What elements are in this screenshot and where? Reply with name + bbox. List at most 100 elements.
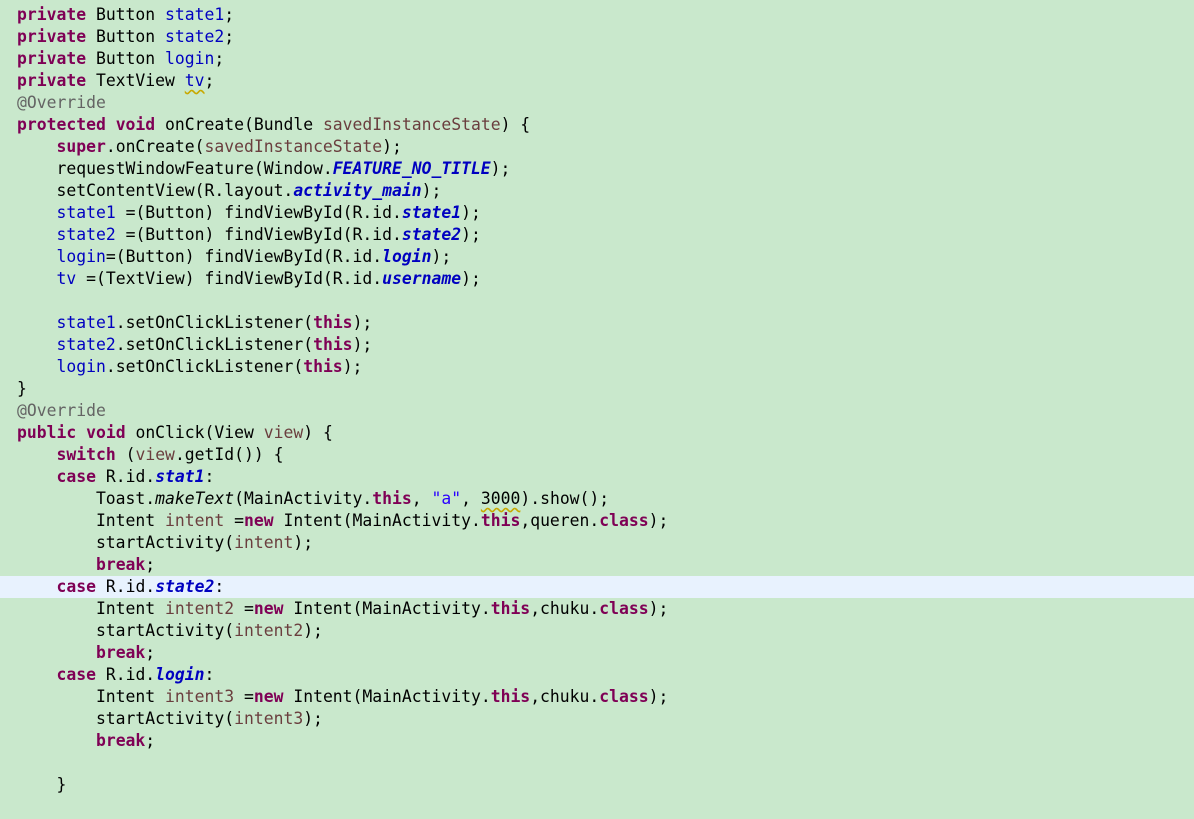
code-line[interactable]: state2 =(Button) findViewById(R.id.state… — [0, 224, 1194, 246]
code-line[interactable] — [0, 290, 1194, 312]
code-token: 3000 — [480, 489, 521, 508]
code-line[interactable]: switch (view.getId()) { — [0, 444, 1194, 466]
code-token: ); — [293, 533, 314, 552]
code-line-text: public void onClick(View view) { — [17, 422, 333, 444]
code-line[interactable]: case R.id.stat1: — [0, 466, 1194, 488]
code-token: =(Button) findViewById(R.id. — [115, 203, 402, 222]
code-token: break — [95, 643, 146, 662]
code-line[interactable]: protected void onCreate(Bundle savedInst… — [0, 114, 1194, 136]
code-token: R.id. — [95, 467, 156, 486]
code-line[interactable]: private Button login; — [0, 48, 1194, 70]
code-token: ); — [303, 621, 323, 640]
code-line[interactable]: super.onCreate(savedInstanceState); — [0, 136, 1194, 158]
code-line[interactable]: state1 =(Button) findViewById(R.id.state… — [0, 202, 1194, 224]
code-token: case — [56, 577, 96, 596]
code-line-text: private Button login; — [17, 48, 224, 70]
code-line[interactable]: state2.setOnClickListener(this); — [0, 334, 1194, 356]
code-token: .setOnClickListener( — [105, 357, 304, 376]
code-token: this — [313, 313, 353, 332]
code-line-text: case R.id.state2: — [17, 576, 224, 598]
code-token: ); — [490, 159, 511, 178]
code-line[interactable]: private Button state1; — [0, 4, 1194, 26]
code-token: } — [17, 379, 27, 398]
code-line[interactable]: private Button state2; — [0, 26, 1194, 48]
code-line[interactable]: private TextView tv; — [0, 70, 1194, 92]
code-token: "a" — [431, 489, 462, 508]
code-token: Button — [86, 27, 166, 46]
code-token: onClick(View — [125, 423, 264, 442]
code-line[interactable]: state1.setOnClickListener(this); — [0, 312, 1194, 334]
code-line[interactable]: } — [0, 378, 1194, 400]
code-token: , — [461, 489, 481, 508]
code-line[interactable]: startActivity(intent); — [0, 532, 1194, 554]
code-line[interactable]: Toast.makeText(MainActivity.this, "a", 3… — [0, 488, 1194, 510]
code-token: this — [490, 599, 531, 618]
code-token: intent3 — [234, 709, 304, 728]
code-line[interactable]: case R.id.login: — [0, 664, 1194, 686]
code-line[interactable]: login.setOnClickListener(this); — [0, 356, 1194, 378]
code-line[interactable]: Intent intent =new Intent(MainActivity.t… — [0, 510, 1194, 532]
code-token: ); — [431, 247, 452, 266]
code-token: =(Button) findViewById(R.id. — [105, 247, 383, 266]
code-token: state2 — [56, 335, 116, 354]
code-token: intent — [165, 511, 225, 530]
code-token: protected — [17, 115, 106, 134]
code-token: state1 — [401, 203, 462, 222]
code-token: ; — [204, 71, 215, 90]
code-token: .setOnClickListener( — [115, 335, 314, 354]
code-editor[interactable]: private Button state1; private Button sta… — [0, 0, 1194, 819]
code-token: startActivity( — [17, 533, 235, 552]
code-line[interactable]: startActivity(intent2); — [0, 620, 1194, 642]
code-token: savedInstanceState — [322, 115, 501, 134]
code-token: intent2 — [165, 599, 235, 618]
code-token: state1 — [56, 203, 116, 222]
code-line[interactable]: Intent intent2 =new Intent(MainActivity.… — [0, 598, 1194, 620]
code-token: ; — [145, 643, 156, 662]
code-line[interactable]: startActivity(intent3); — [0, 708, 1194, 730]
code-token: Toast. — [17, 489, 156, 508]
code-line[interactable]: setContentView(R.layout.activity_main); — [0, 180, 1194, 202]
code-token: login — [56, 357, 106, 376]
code-token: : — [214, 577, 225, 596]
code-token: state1 — [56, 313, 116, 332]
code-token: ,queren. — [520, 511, 600, 530]
code-line[interactable]: break; — [0, 554, 1194, 576]
code-token: state2 — [165, 27, 225, 46]
code-token: ); — [461, 203, 481, 222]
code-token: ) { — [500, 115, 531, 134]
code-line[interactable]: break; — [0, 642, 1194, 664]
code-token: Intent(MainActivity. — [273, 511, 481, 530]
code-line[interactable]: public void onClick(View view) { — [0, 422, 1194, 444]
code-token: ; — [224, 5, 235, 24]
code-token: Intent — [17, 511, 166, 530]
code-line[interactable]: login=(Button) findViewById(R.id.login); — [0, 246, 1194, 268]
code-token: =(Button) findViewById(R.id. — [115, 225, 402, 244]
code-token: username — [382, 269, 462, 288]
code-line[interactable]: Intent intent3 =new Intent(MainActivity.… — [0, 686, 1194, 708]
code-line[interactable]: @Override — [0, 400, 1194, 422]
code-token: this — [303, 357, 343, 376]
code-token: case — [56, 467, 96, 486]
code-line[interactable]: requestWindowFeature(Window.FEATURE_NO_T… — [0, 158, 1194, 180]
code-line[interactable] — [0, 752, 1194, 774]
code-token: intent2 — [234, 621, 304, 640]
code-token: class — [599, 511, 649, 530]
code-token: stat1 — [155, 467, 205, 486]
current-code-line[interactable]: case R.id.state2: — [0, 576, 1194, 598]
code-line[interactable]: tv =(TextView) findViewById(R.id.usernam… — [0, 268, 1194, 290]
code-token: ; — [214, 49, 225, 68]
code-token: ).show(); — [520, 489, 610, 508]
code-token: .setOnClickListener( — [115, 313, 314, 332]
code-token: ; — [224, 27, 235, 46]
code-token: view — [135, 445, 175, 464]
code-line[interactable]: @Override — [0, 92, 1194, 114]
code-line-text: state2 =(Button) findViewById(R.id.state… — [17, 224, 480, 246]
code-token: setContentView(R.layout. — [17, 181, 294, 200]
code-line[interactable]: } — [0, 774, 1194, 796]
code-token: Intent — [17, 687, 166, 706]
code-line[interactable]: break; — [0, 730, 1194, 752]
